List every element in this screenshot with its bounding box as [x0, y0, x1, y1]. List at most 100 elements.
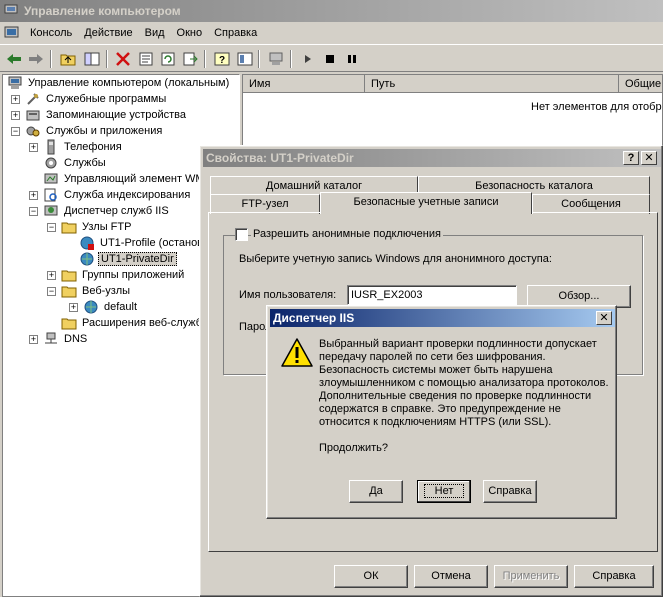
- apply-button[interactable]: Применить: [494, 565, 568, 588]
- computer-icon[interactable]: [266, 49, 286, 69]
- tree-item-label: Запоминающие устройства: [46, 109, 187, 121]
- tree-item-services-apps[interactable]: Службы и приложения: [25, 123, 164, 139]
- column-header-shared[interactable]: Общие: [619, 75, 662, 93]
- expand-icon[interactable]: +: [11, 95, 20, 104]
- tree-item-label: Диспетчер служб IIS: [64, 205, 169, 217]
- expand-icon[interactable]: +: [29, 335, 38, 344]
- menu-view[interactable]: Вид: [139, 27, 171, 39]
- tree-item-label: UT1-PrivateDir: [98, 252, 177, 266]
- show-tree-icon[interactable]: [82, 49, 102, 69]
- collapse-icon[interactable]: −: [47, 287, 56, 296]
- tree-item-label: Службы: [64, 157, 106, 169]
- tree-item-indexing[interactable]: Служба индексирования: [43, 187, 192, 203]
- properties-title-text: Свойства: UT1-PrivateDir: [206, 151, 354, 165]
- alert-message-line: Выбранный вариант проверки подлинности д…: [319, 338, 597, 350]
- expand-icon[interactable]: +: [29, 191, 38, 200]
- tree-item-storage[interactable]: Запоминающие устройства: [25, 107, 188, 123]
- warning-icon: [281, 338, 313, 367]
- expand-icon[interactable]: +: [47, 271, 56, 280]
- forward-arrow-icon[interactable]: [26, 49, 46, 69]
- column-header-path[interactable]: Путь: [365, 75, 619, 93]
- console-icon[interactable]: [4, 25, 22, 41]
- anonymous-checkbox[interactable]: [235, 228, 248, 241]
- telephony-icon: [47, 139, 55, 155]
- ok-button[interactable]: ОК: [334, 565, 408, 588]
- expand-icon[interactable]: +: [69, 303, 78, 312]
- tree-item-label: Управление компьютером (локальным): [28, 77, 230, 89]
- alert-title-text: Диспетчер IIS: [273, 311, 355, 325]
- tree-item-label: Узлы FTP: [82, 221, 132, 233]
- no-button[interactable]: Нет: [417, 480, 471, 503]
- close-button[interactable]: ✕: [641, 151, 657, 165]
- tree-item-web-extensions[interactable]: Расширения веб-служб: [61, 315, 204, 331]
- cancel-button[interactable]: Отмена: [414, 565, 488, 588]
- help-icon[interactable]: ?: [212, 49, 232, 69]
- tree-item-wmi[interactable]: Управляющий элемент WM: [43, 171, 207, 187]
- tree-item-app-pools[interactable]: Группы приложений: [61, 267, 186, 283]
- ftp-site-icon: [80, 252, 94, 266]
- tree-item-dns[interactable]: DNS: [43, 331, 89, 347]
- collapse-icon[interactable]: −: [29, 207, 38, 216]
- dns-icon: [45, 332, 57, 344]
- tree-item-label: Службы и приложения: [46, 125, 163, 137]
- refresh-icon[interactable]: [158, 49, 178, 69]
- collapse-icon[interactable]: −: [11, 127, 20, 136]
- properties-icon[interactable]: [136, 49, 156, 69]
- main-title-bar: Управление компьютером: [0, 0, 663, 22]
- alert-close-button[interactable]: ✕: [596, 311, 612, 325]
- console-tree-icon[interactable]: [235, 49, 255, 69]
- menu-action[interactable]: Действие: [78, 27, 138, 39]
- web-site-icon: [84, 300, 98, 314]
- alert-message-line: содержатся в справке. Это предупреждение…: [319, 403, 561, 415]
- tree-item-default-site[interactable]: default: [83, 299, 139, 315]
- stop-icon[interactable]: [320, 49, 340, 69]
- storage-icon: [26, 110, 40, 121]
- column-header-name[interactable]: Имя: [243, 75, 365, 93]
- expand-icon[interactable]: +: [29, 143, 38, 152]
- tree-item-label: Группы приложений: [82, 269, 185, 281]
- tree-item-web-sites[interactable]: Веб-узлы: [61, 283, 132, 299]
- menu-console[interactable]: Консоль: [24, 27, 78, 39]
- tab-messages[interactable]: Сообщения: [532, 194, 650, 214]
- tree-item-label: default: [104, 301, 138, 313]
- tree-item-computer-management[interactable]: Управление компьютером (локальным): [7, 75, 231, 91]
- username-field[interactable]: IUSR_EX2003: [347, 285, 517, 305]
- tab-ftp-site[interactable]: FTP-узел: [210, 194, 320, 214]
- props-help-button[interactable]: Справка: [574, 565, 654, 588]
- up-folder-icon[interactable]: [58, 49, 78, 69]
- menu-help[interactable]: Справка: [208, 27, 263, 39]
- help-button[interactable]: ?: [623, 151, 639, 165]
- delete-icon[interactable]: [113, 49, 133, 69]
- folder-icon: [61, 318, 77, 330]
- tab-security-accounts[interactable]: Безопасные учетные записи: [320, 192, 532, 214]
- folder-icon: [61, 222, 77, 234]
- no-button-label: Нет: [423, 484, 465, 498]
- tree-item-system-tools[interactable]: Служебные программы: [25, 91, 168, 107]
- tree-item-label: Управляющий элемент WM: [64, 173, 205, 185]
- alert-help-button[interactable]: Справка: [483, 480, 537, 503]
- yes-button[interactable]: Да: [349, 480, 403, 503]
- collapse-icon[interactable]: −: [47, 223, 56, 232]
- tree-item-ftp-sites[interactable]: Узлы FTP: [61, 219, 133, 235]
- services-icon: [45, 157, 57, 169]
- tree-item-label: Телефония: [64, 141, 122, 153]
- play-icon[interactable]: [298, 49, 318, 69]
- alert-message-line: относится к подключениям HTTPS (или SSL)…: [319, 416, 552, 428]
- expand-icon[interactable]: +: [11, 111, 20, 120]
- ftp-site-icon: [80, 236, 94, 250]
- tree-item-telephony[interactable]: Телефония: [43, 139, 124, 155]
- anonymous-checkbox-label[interactable]: Разрешить анонимные подключения: [251, 228, 443, 240]
- alert-message: Выбранный вариант проверки подлинности д…: [319, 338, 611, 455]
- pause-icon[interactable]: [342, 49, 362, 69]
- alert-message-line: злоумышленником с помощью анализатора пр…: [319, 377, 609, 389]
- back-arrow-icon[interactable]: [4, 49, 24, 69]
- username-label: Имя пользователя:: [239, 289, 337, 301]
- tree-item-services[interactable]: Службы: [43, 155, 108, 171]
- tree-item-ut1-privatedir[interactable]: UT1-PrivateDir: [79, 251, 177, 267]
- computer-management-icon: [4, 4, 18, 16]
- menu-window[interactable]: Окно: [171, 27, 209, 39]
- tree-item-ut1-profile[interactable]: UT1-Profile (останов: [79, 235, 205, 251]
- export-icon[interactable]: [180, 49, 200, 69]
- tools-icon: [27, 93, 39, 105]
- tree-item-iis-manager[interactable]: Диспетчер служб IIS: [43, 203, 171, 219]
